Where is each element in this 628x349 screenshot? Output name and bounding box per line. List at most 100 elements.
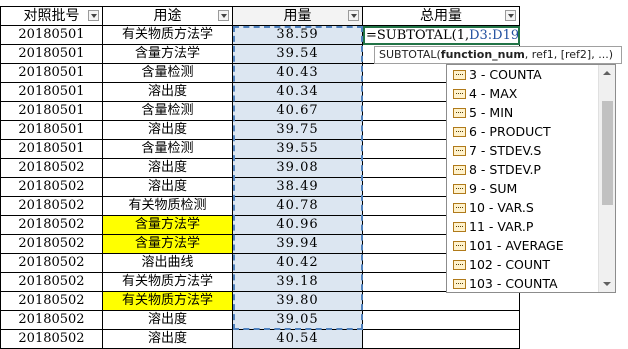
function-option[interactable]: 9 - SUM xyxy=(447,179,615,198)
function-value-icon xyxy=(453,184,466,194)
cell-batch[interactable]: 20180501 xyxy=(0,64,103,83)
function-option[interactable]: 11 - VAR.P xyxy=(447,217,615,236)
dropdown-scrollbar[interactable] xyxy=(598,65,615,292)
cell-amount[interactable]: 40.43 xyxy=(233,64,363,83)
cell-amount[interactable]: 39.05 xyxy=(233,311,363,330)
cell-use[interactable]: 溶出度 xyxy=(103,83,233,102)
cell-batch[interactable]: 20180502 xyxy=(0,311,103,330)
function-value-icon xyxy=(453,165,466,175)
scroll-thumb[interactable] xyxy=(602,101,613,205)
tooltip-function-name[interactable]: SUBTOTAL( xyxy=(379,48,441,61)
active-cell-formula[interactable]: =SUBTOTAL(1,D3:D19) xyxy=(363,26,520,45)
function-option-label: 11 - VAR.P xyxy=(469,219,534,234)
header-total-label: 总用量 xyxy=(420,8,462,24)
cell-use[interactable]: 溶出度 xyxy=(103,311,233,330)
cell-use[interactable]: 溶出度 xyxy=(103,178,233,197)
function-option[interactable]: 6 - PRODUCT xyxy=(447,122,615,141)
cell-use[interactable]: 含量检测 xyxy=(103,64,233,83)
filter-dropdown-icon[interactable] xyxy=(218,10,229,21)
cell-use[interactable]: 含量检测 xyxy=(103,102,233,121)
cell-use[interactable]: 含量检测 xyxy=(103,140,233,159)
cell-batch[interactable]: 20180502 xyxy=(0,292,103,311)
cell-amount[interactable]: 38.59 xyxy=(233,26,363,45)
cell-amount[interactable]: 39.55 xyxy=(233,140,363,159)
cell-batch[interactable]: 20180501 xyxy=(0,83,103,102)
function-option[interactable]: 3 - COUNTA xyxy=(447,65,615,84)
cell-amount[interactable]: 39.54 xyxy=(233,45,363,64)
cell-use[interactable]: 有关物质方法学 xyxy=(103,292,233,311)
cell-batch[interactable]: 20180502 xyxy=(0,273,103,292)
filter-dropdown-icon[interactable] xyxy=(88,10,99,21)
cell-amount[interactable]: 39.18 xyxy=(233,273,363,292)
function-value-icon xyxy=(453,279,466,289)
tooltip-current-arg: function_num xyxy=(440,48,525,61)
cell-batch[interactable]: 20180501 xyxy=(0,140,103,159)
cell-amount[interactable]: 39.94 xyxy=(233,235,363,254)
cell-use[interactable]: 含量方法学 xyxy=(103,45,233,64)
formula-range-ref: D3:D19 xyxy=(469,28,520,43)
cell-batch[interactable]: 20180502 xyxy=(0,216,103,235)
function-value-icon xyxy=(453,203,466,213)
function-option[interactable]: 7 - STDEV.S xyxy=(447,141,615,160)
cell-batch[interactable]: 20180502 xyxy=(0,235,103,254)
function-value-icon xyxy=(453,89,466,99)
header-amount[interactable]: 用量 xyxy=(233,6,363,26)
cell-amount[interactable]: 40.42 xyxy=(233,254,363,273)
cell-batch[interactable]: 20180501 xyxy=(0,26,103,45)
cell-total[interactable] xyxy=(363,311,520,330)
cell-use[interactable]: 有关物质方法学 xyxy=(103,273,233,292)
function-option[interactable]: 101 - AVERAGE xyxy=(447,236,615,255)
cell-total[interactable] xyxy=(363,292,520,311)
cell-amount[interactable]: 39.08 xyxy=(233,159,363,178)
scroll-down-arrow-icon[interactable] xyxy=(599,275,615,292)
cell-amount[interactable]: 40.54 xyxy=(233,330,363,349)
filter-dropdown-icon[interactable] xyxy=(348,10,359,21)
function-option[interactable]: 4 - MAX xyxy=(447,84,615,103)
cell-use[interactable]: 有关物质检测 xyxy=(103,197,233,216)
cell-use[interactable]: 溶出度 xyxy=(103,121,233,140)
function-option-label: 8 - STDEV.P xyxy=(469,162,541,177)
function-value-icon xyxy=(453,146,466,156)
header-total[interactable]: 总用量 xyxy=(363,6,520,26)
header-batch-label: 对照批号 xyxy=(23,8,80,24)
cell-total[interactable] xyxy=(363,330,520,349)
cell-use[interactable]: 含量方法学 xyxy=(103,235,233,254)
function-option[interactable]: 102 - COUNT xyxy=(447,255,615,274)
cell-amount[interactable]: 40.96 xyxy=(233,216,363,235)
cell-amount[interactable]: 39.75 xyxy=(233,121,363,140)
formula-suffix: ) xyxy=(519,28,520,43)
cell-batch[interactable]: 20180501 xyxy=(0,121,103,140)
cell-use[interactable]: 溶出度 xyxy=(103,330,233,349)
cell-batch[interactable]: 20180502 xyxy=(0,159,103,178)
function-option[interactable]: 10 - VAR.S xyxy=(447,198,615,217)
cell-use[interactable]: 溶出度 xyxy=(103,159,233,178)
function-option-label: 5 - MIN xyxy=(469,105,514,120)
function-option-label: 101 - AVERAGE xyxy=(469,238,564,253)
cell-amount[interactable]: 40.78 xyxy=(233,197,363,216)
filter-dropdown-icon[interactable] xyxy=(505,10,516,21)
cell-amount[interactable]: 40.67 xyxy=(233,102,363,121)
cell-batch[interactable]: 20180501 xyxy=(0,45,103,64)
formula-prefix: =SUBTOTAL(1, xyxy=(366,28,470,43)
cell-batch[interactable]: 20180502 xyxy=(0,254,103,273)
cell-batch[interactable]: 20180502 xyxy=(0,197,103,216)
header-use[interactable]: 用途 xyxy=(103,6,233,26)
cell-use[interactable]: 溶出曲线 xyxy=(103,254,233,273)
cell-amount[interactable]: 39.80 xyxy=(233,292,363,311)
function-num-dropdown[interactable]: 3 - COUNTA 4 - MAX 5 - MIN 6 - PRODUCT 7 - S… xyxy=(446,64,616,293)
cell-batch[interactable]: 20180502 xyxy=(0,178,103,197)
function-option[interactable]: 103 - COUNTA xyxy=(447,274,615,292)
function-option[interactable]: 5 - MIN xyxy=(447,103,615,122)
function-option-label: 3 - COUNTA xyxy=(469,67,542,82)
header-use-label: 用途 xyxy=(153,8,182,24)
scroll-up-arrow-icon[interactable] xyxy=(599,65,615,82)
cell-batch[interactable]: 20180501 xyxy=(0,102,103,121)
cell-use[interactable]: 含量方法学 xyxy=(103,216,233,235)
cell-amount[interactable]: 38.49 xyxy=(233,178,363,197)
cell-batch[interactable]: 20180502 xyxy=(0,330,103,349)
cell-amount[interactable]: 40.34 xyxy=(233,83,363,102)
function-option[interactable]: 8 - STDEV.P xyxy=(447,160,615,179)
header-batch[interactable]: 对照批号 xyxy=(0,6,103,26)
function-option-label: 103 - COUNTA xyxy=(469,276,558,291)
cell-use[interactable]: 有关物质方法学 xyxy=(103,26,233,45)
